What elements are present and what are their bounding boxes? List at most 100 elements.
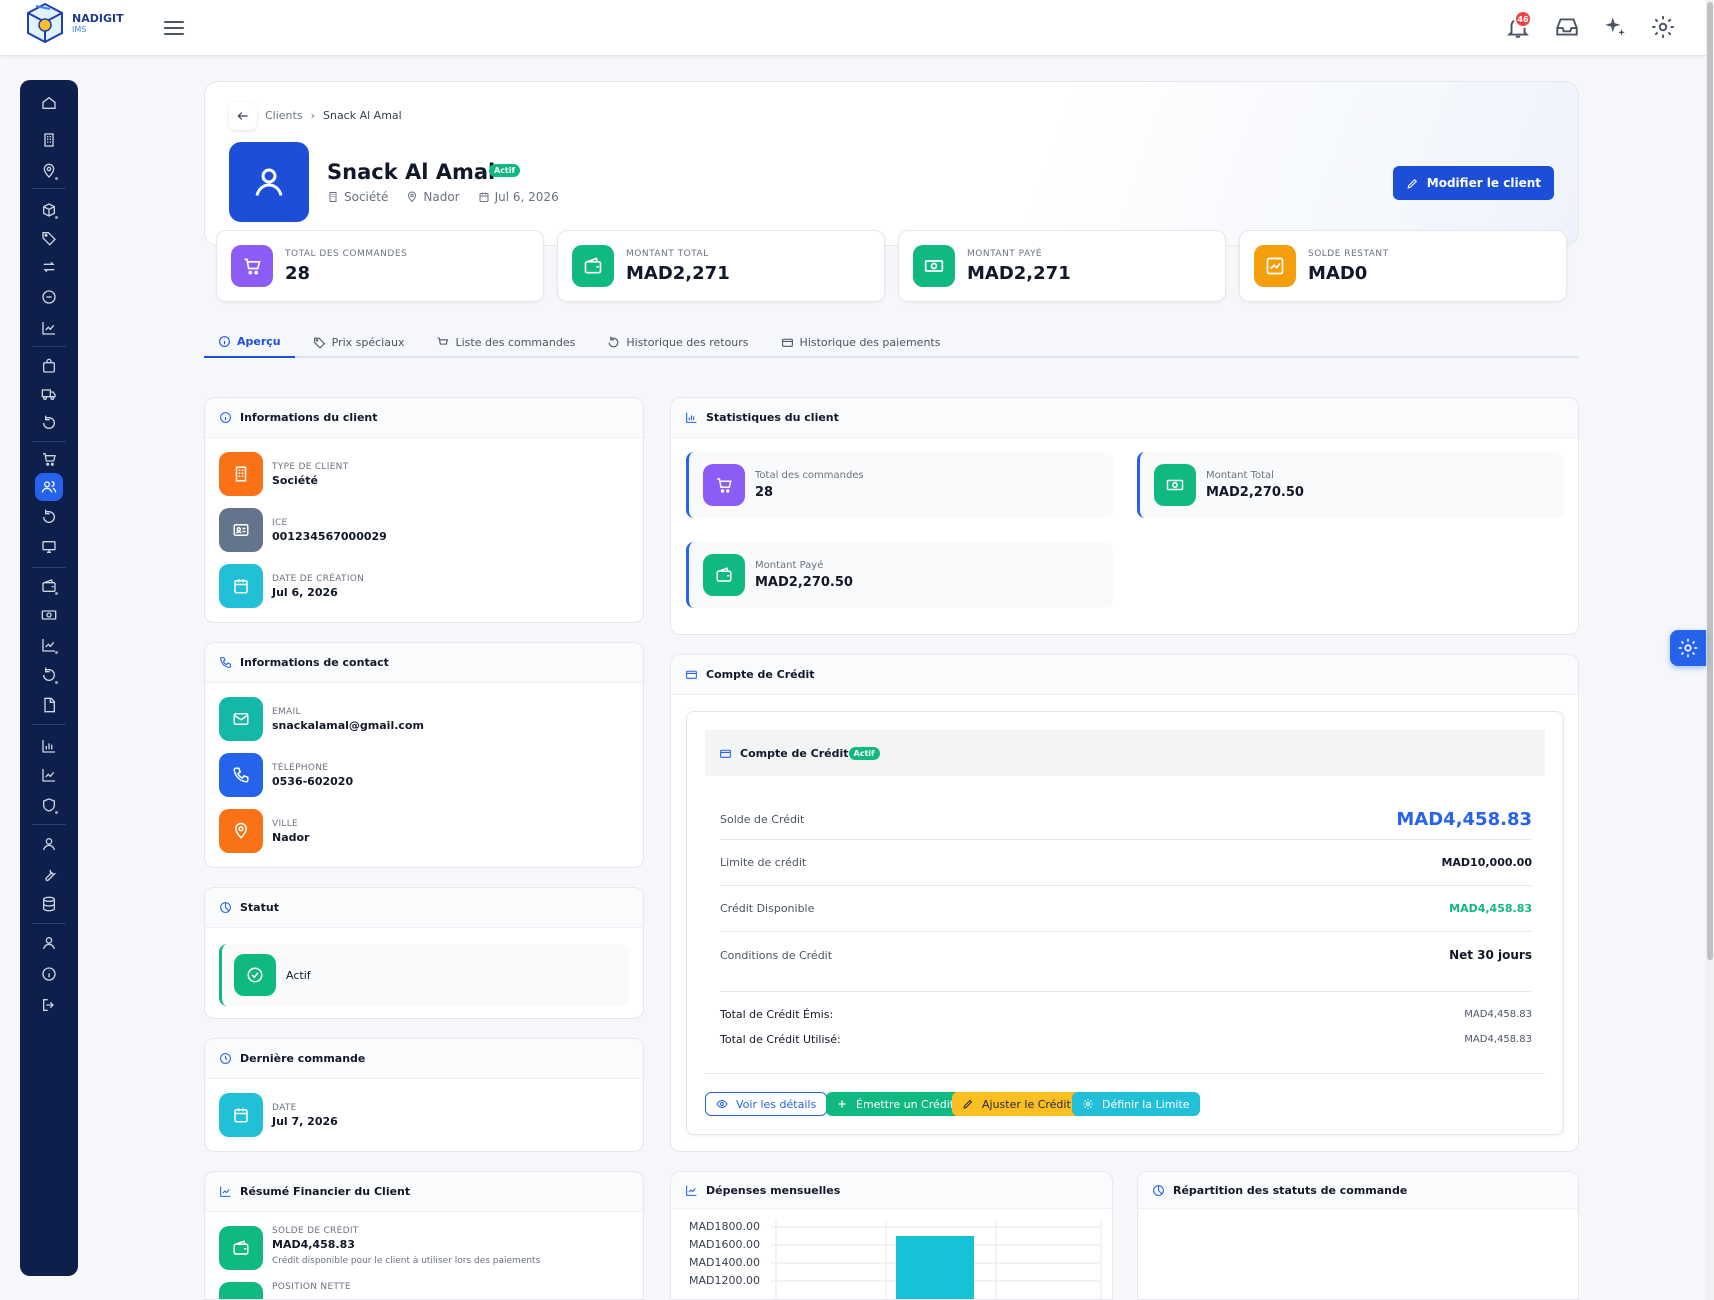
sidebar-profile-icon[interactable] xyxy=(35,931,63,955)
monthly-spending-card: Dépenses mensuelles MAD1800.00 MAD1600.0… xyxy=(670,1171,1113,1300)
sidebar-building-icon[interactable] xyxy=(35,128,63,152)
info-label: TYPE DE CLIENT xyxy=(272,461,349,472)
client-avatar xyxy=(229,142,309,222)
building-icon xyxy=(329,192,337,202)
card-header: Résumé Financier du Client xyxy=(205,1172,643,1212)
sidebar-user-icon[interactable] xyxy=(35,832,63,856)
order-status-card: Répartition des statuts de commande xyxy=(1137,1171,1579,1300)
issue-credit-button[interactable]: Émettre un Crédit xyxy=(826,1092,965,1116)
sparkle-icon[interactable] xyxy=(1602,14,1628,40)
info-value[interactable]: 0536-602020 xyxy=(272,775,353,788)
credit-account-panel: Compte de Crédit Actif Solde de Crédit M… xyxy=(686,711,1564,1135)
tab-orders[interactable]: Liste des commandes xyxy=(422,326,589,358)
contact-row-email: EMAIL snackalamal@gmail.com xyxy=(219,697,424,741)
settings-float-button[interactable] xyxy=(1670,630,1706,666)
sidebar-tag-icon[interactable] xyxy=(35,226,63,250)
page-scrollbar[interactable] xyxy=(1706,0,1714,1300)
client-header: Clients › Snack Al Amal Snack Al Amal Ac… xyxy=(204,81,1579,246)
mail-icon xyxy=(219,697,263,741)
credit-panel-header: Compte de Crédit Actif xyxy=(705,730,1545,776)
tab-payments[interactable]: Historique des paiements xyxy=(767,326,955,358)
tab-label: Aperçu xyxy=(237,334,281,348)
sidebar-document-icon[interactable] xyxy=(35,693,63,717)
sidebar-database-icon[interactable] xyxy=(35,892,63,916)
sidebar-info-icon[interactable] xyxy=(35,962,63,986)
edit-client-button[interactable]: Modifier le client xyxy=(1392,166,1554,200)
trend-icon xyxy=(220,1186,231,1197)
app-logo[interactable]: NADIGIT IMS xyxy=(24,1,124,45)
user-icon xyxy=(255,168,283,196)
cash-icon xyxy=(1154,464,1196,506)
chart-bar[interactable] xyxy=(896,1236,974,1300)
sidebar-shield-icon[interactable] xyxy=(35,793,63,817)
credit-row-label: Total de Crédit Utilisé: xyxy=(720,1032,841,1046)
sidebar-wallet-icon[interactable] xyxy=(35,574,63,598)
info-label: POSITION NETTE xyxy=(272,1282,351,1292)
info-label: DATE DE CRÉATION xyxy=(272,573,365,584)
last-order-row: DATE Jul 7, 2026 xyxy=(219,1093,338,1137)
back-button[interactable] xyxy=(229,102,257,130)
sidebar-logout-icon[interactable] xyxy=(35,993,63,1017)
card-title: Dépenses mensuelles xyxy=(706,1183,841,1197)
kpi-paid-amount: MONTANT PAYÉ MAD2,271 xyxy=(898,230,1226,302)
sidebar-history-icon[interactable] xyxy=(35,663,63,687)
monthly-spending-chart: MAD1800.00 MAD1600.00 MAD1400.00 MAD1200… xyxy=(671,1209,1112,1300)
breadcrumb-clients-link[interactable]: Clients xyxy=(265,109,303,122)
set-limit-button[interactable]: Définir la Limite xyxy=(1072,1092,1200,1116)
sidebar-cash-icon[interactable] xyxy=(35,603,63,627)
app-name: NADIGIT xyxy=(72,11,124,25)
sidebar-chart-icon[interactable] xyxy=(35,316,63,340)
sidebar xyxy=(20,80,78,1276)
sidebar-wrench-icon[interactable] xyxy=(35,862,63,886)
card-header: Répartition des statuts de commande xyxy=(1138,1172,1578,1209)
sidebar-trend-icon[interactable] xyxy=(35,633,63,657)
info-label: DATE xyxy=(272,1102,297,1113)
view-details-button[interactable]: Voir les détails xyxy=(705,1092,828,1116)
sidebar-refund-icon[interactable] xyxy=(35,505,63,529)
credit-row-label: Conditions de Crédit xyxy=(720,948,833,962)
stat-value: 28 xyxy=(755,485,774,500)
cart-icon xyxy=(438,337,449,345)
cart-icon xyxy=(231,245,273,287)
pie-icon xyxy=(220,902,231,913)
sidebar-cart-icon[interactable] xyxy=(35,447,63,471)
status-badge: Actif xyxy=(489,164,520,177)
sidebar-transfer-icon[interactable] xyxy=(35,255,63,279)
sidebar-truck-icon[interactable] xyxy=(35,382,63,406)
inbox-icon[interactable] xyxy=(1554,14,1580,40)
tab-returns[interactable]: Historique des retours xyxy=(593,326,762,358)
tab-special-prices[interactable]: Prix spéciaux xyxy=(299,326,419,358)
adjust-credit-button[interactable]: Ajuster le Crédit xyxy=(952,1092,1081,1116)
sidebar-box-icon[interactable] xyxy=(35,198,63,222)
sidebar-return-icon[interactable] xyxy=(35,411,63,435)
calendar-icon xyxy=(219,564,263,608)
menu-icon[interactable] xyxy=(162,16,186,40)
location-icon xyxy=(219,809,263,853)
sidebar-bag-icon[interactable] xyxy=(35,354,63,378)
sidebar-home-icon[interactable] xyxy=(35,91,63,115)
app-subtitle: IMS xyxy=(72,24,87,34)
info-value: Nador xyxy=(272,830,310,844)
sidebar-minus-circle-icon[interactable] xyxy=(35,285,63,309)
gear-icon xyxy=(1083,1099,1093,1109)
wallet-icon xyxy=(219,1226,263,1270)
stat-value: MAD2,270.50 xyxy=(1206,485,1304,500)
calendar-icon xyxy=(479,192,489,202)
info-value[interactable]: snackalamal@gmail.com xyxy=(272,719,424,732)
phone-icon xyxy=(219,753,263,797)
wallet-icon xyxy=(703,554,745,596)
sidebar-monitor-icon[interactable] xyxy=(35,535,63,559)
gear-icon xyxy=(1678,638,1698,658)
financial-summary-card: Résumé Financier du Client SOLDE DE CRÉD… xyxy=(204,1171,644,1300)
tab-overview[interactable]: Aperçu xyxy=(204,326,295,358)
credit-issued-value: MAD4,458.83 xyxy=(1464,1008,1532,1020)
credit-used-row: Total de Crédit Utilisé: MAD4,458.83 xyxy=(720,1029,1532,1049)
meta-type: Société xyxy=(327,190,388,204)
sidebar-line-chart-icon[interactable] xyxy=(35,763,63,787)
sidebar-location-icon[interactable] xyxy=(35,159,63,183)
gear-icon[interactable] xyxy=(1650,14,1676,40)
location-icon xyxy=(408,191,417,203)
sidebar-clients-icon[interactable] xyxy=(35,473,63,501)
sidebar-bar-chart-icon[interactable] xyxy=(35,734,63,758)
meta-date: Jul 6, 2026 xyxy=(478,190,559,204)
